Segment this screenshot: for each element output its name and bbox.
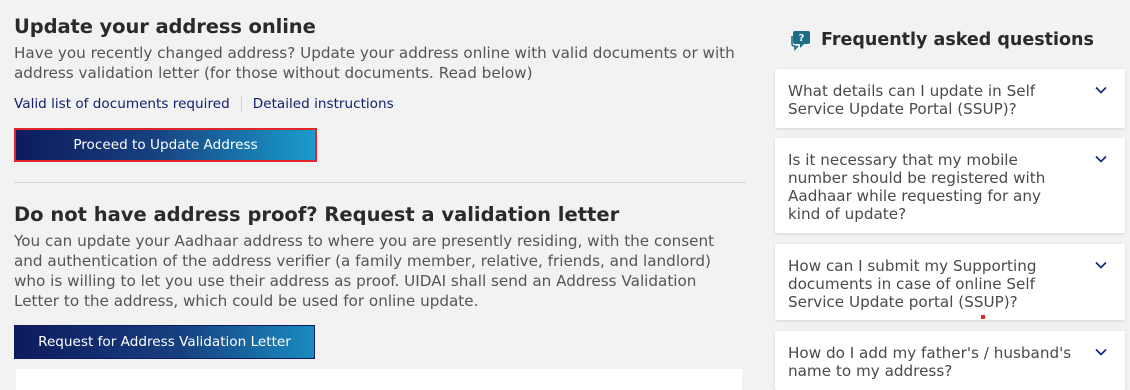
update-address-description: Have you recently changed address? Updat…	[14, 44, 735, 82]
link-separator	[240, 96, 242, 112]
update-address-title: Update your address online	[14, 15, 316, 38]
section-divider	[14, 182, 746, 183]
faq-item[interactable]: Is it necessary that my mobile number sh…	[775, 138, 1125, 233]
faq-question: How do I add my father's / husband's nam…	[788, 344, 1072, 380]
next-card	[16, 369, 742, 390]
chevron-down-icon[interactable]	[1095, 155, 1107, 163]
validation-letter-title: Do not have address proof? Request a val…	[14, 203, 620, 226]
cursor-marker	[981, 315, 985, 319]
detailed-instructions-link[interactable]: Detailed instructions	[253, 96, 394, 112]
faq-question: What details can I update in Self Servic…	[788, 82, 1036, 118]
svg-text:?: ?	[799, 33, 805, 44]
faq-title: Frequently asked questions	[821, 30, 1094, 50]
faq-question: Is it necessary that my mobile number sh…	[788, 151, 1046, 223]
validation-letter-description: You can update your Aadhaar address to w…	[14, 232, 715, 310]
chevron-down-icon[interactable]	[1095, 86, 1107, 94]
valid-documents-link[interactable]: Valid list of documents required	[14, 96, 230, 112]
proceed-update-address-button[interactable]: Proceed to Update Address	[14, 128, 317, 162]
request-validation-letter-button[interactable]: Request for Address Validation Letter	[14, 325, 315, 359]
faq-item[interactable]: How do I add my father's / husband's nam…	[775, 331, 1125, 390]
faq-panel: ? Frequently asked questions What detail…	[775, 0, 1125, 390]
faq-question: How can I submit my Supporting documents…	[788, 257, 1037, 311]
faq-header: ? Frequently asked questions	[789, 28, 1094, 52]
faq-item[interactable]: How can I submit my Supporting documents…	[775, 244, 1125, 320]
chevron-down-icon[interactable]	[1095, 261, 1107, 269]
update-links: Valid list of documents required Detaile…	[14, 96, 394, 112]
faq-item[interactable]: What details can I update in Self Servic…	[775, 69, 1125, 128]
chevron-down-icon[interactable]	[1095, 348, 1107, 356]
faq-chat-icon: ?	[791, 31, 810, 51]
